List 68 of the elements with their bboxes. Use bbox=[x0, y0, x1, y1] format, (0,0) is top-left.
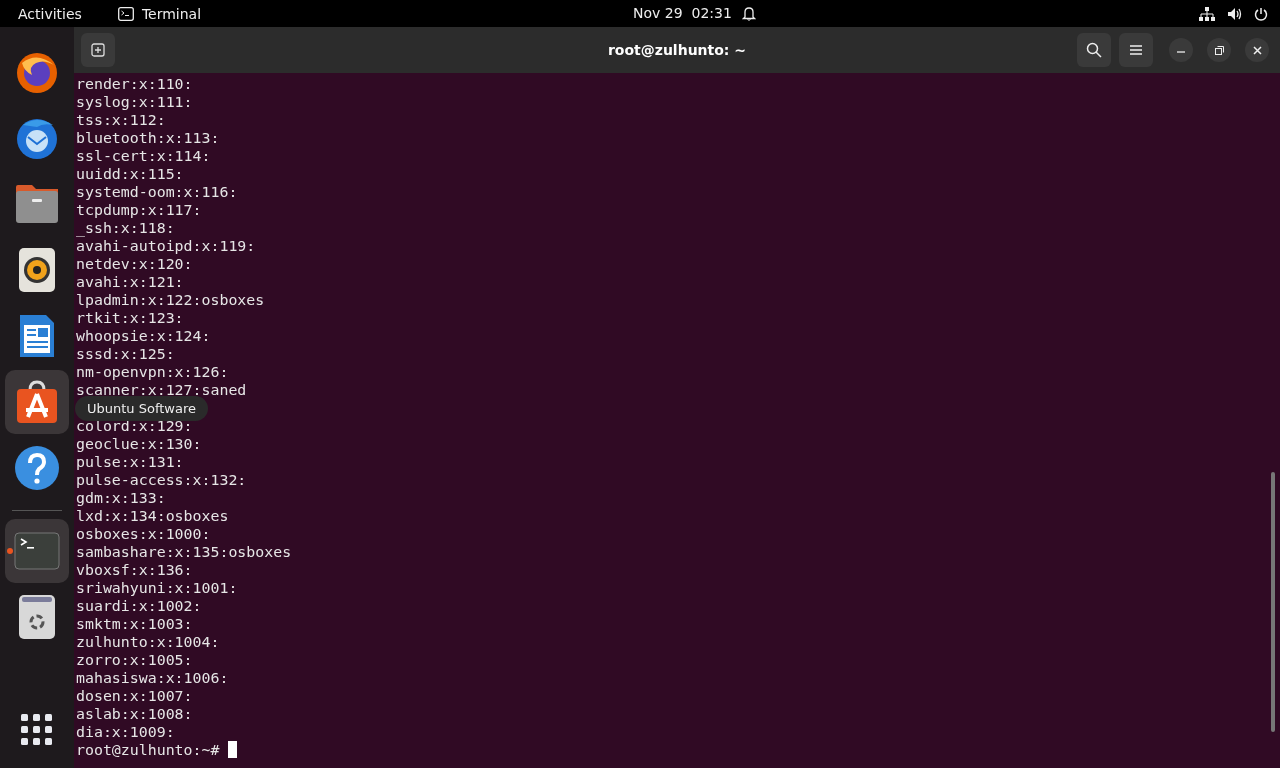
terminal-line: lpadmin:x:122:osboxes bbox=[76, 291, 265, 309]
terminal-line: sambashare:x:135:osboxes bbox=[76, 543, 292, 561]
terminal-line: bluetooth:x:113: bbox=[76, 129, 220, 147]
scrollbar[interactable] bbox=[1271, 472, 1275, 732]
terminal-line: dosen:x:1007: bbox=[76, 687, 193, 705]
help-icon bbox=[14, 445, 60, 491]
terminal-line: uuidd:x:115: bbox=[76, 165, 184, 183]
folder-icon bbox=[14, 183, 60, 225]
app-grid-icon[interactable] bbox=[21, 714, 53, 746]
clock[interactable]: Nov 29 02:31 bbox=[633, 5, 732, 21]
terminal-line: scanner:x:127:saned bbox=[76, 381, 247, 399]
terminal-line: aslab:x:1008: bbox=[76, 705, 193, 723]
terminal-icon bbox=[117, 6, 134, 21]
app-menu[interactable]: Terminal bbox=[141, 5, 202, 22]
terminal-line: osboxes:x:1000: bbox=[76, 525, 211, 543]
terminal-line: ssl-cert:x:114: bbox=[76, 147, 211, 165]
speaker-icon bbox=[18, 247, 56, 293]
terminal-line: tcpdump:x:117: bbox=[76, 201, 202, 219]
new-tab-button[interactable] bbox=[81, 33, 115, 67]
terminal-line: smktm:x:1003: bbox=[76, 615, 193, 633]
terminal-line: netdev:x:120: bbox=[76, 255, 193, 273]
terminal-line: rtkit:x:123: bbox=[76, 309, 184, 327]
network-icon[interactable] bbox=[1199, 6, 1215, 21]
terminal-line: suardi:x:1002: bbox=[76, 597, 202, 615]
terminal-line: whoopsie:x:124: bbox=[76, 327, 211, 345]
menu-button[interactable] bbox=[1119, 33, 1153, 67]
search-icon bbox=[1086, 42, 1102, 58]
trash-icon bbox=[18, 594, 56, 640]
terminal-line: sriwahyuni:x:1001: bbox=[76, 579, 238, 597]
terminal-line: zulhunto:x:1004: bbox=[76, 633, 220, 651]
terminal-line: lxd:x:134:osboxes bbox=[76, 507, 229, 525]
terminal-line: systemd-oom:x:116: bbox=[76, 183, 238, 201]
shell-prompt: root@zulhunto:~# bbox=[76, 741, 220, 759]
power-icon[interactable] bbox=[1254, 6, 1268, 21]
volume-icon[interactable] bbox=[1227, 6, 1242, 21]
new-tab-icon bbox=[91, 43, 105, 57]
menu-icon bbox=[1130, 45, 1142, 55]
terminal-line: _ssh:x:118: bbox=[76, 219, 175, 237]
close-icon bbox=[1252, 45, 1262, 55]
terminal-line: dia:x:1009: bbox=[76, 723, 175, 741]
terminal-line: zorro:x:1005: bbox=[76, 651, 193, 669]
minimize-button[interactable] bbox=[1169, 38, 1193, 62]
terminal-line: tss:x:112: bbox=[76, 111, 166, 129]
terminal-line: pulse:x:131: bbox=[76, 453, 184, 471]
terminal-line: geoclue:x:130: bbox=[76, 435, 202, 453]
text-cursor bbox=[228, 741, 238, 758]
terminal-line: gdm:x:133: bbox=[76, 489, 166, 507]
maximize-button[interactable] bbox=[1207, 38, 1231, 62]
terminal-icon bbox=[14, 532, 60, 570]
activities-button[interactable]: Activities bbox=[18, 5, 82, 22]
maximize-icon bbox=[1214, 45, 1224, 55]
terminal-line: vboxsf:x:136: bbox=[76, 561, 193, 579]
window-title: root@zulhunto: ~ bbox=[607, 42, 747, 58]
dock-item[interactable] bbox=[5, 370, 69, 434]
shopping-bag-icon bbox=[14, 380, 60, 424]
close-button[interactable] bbox=[1245, 38, 1269, 62]
terminal-line: avahi:x:121: bbox=[76, 273, 184, 291]
document-icon bbox=[18, 313, 56, 359]
terminal-line: sssd:x:125: bbox=[76, 345, 175, 363]
terminal-line: pulse-access:x:132: bbox=[76, 471, 247, 489]
terminal-line: syslog:x:111: bbox=[76, 93, 193, 111]
terminal-line: nm-openvpn:x:126: bbox=[76, 363, 229, 381]
terminal-line: avahi-autoipd:x:119: bbox=[76, 237, 256, 255]
terminal-line: render:x:110: bbox=[76, 75, 193, 93]
tooltip: Ubuntu Software bbox=[75, 396, 209, 421]
search-button[interactable] bbox=[1077, 33, 1111, 67]
bell-icon bbox=[741, 5, 756, 21]
terminal-line: mahasiswa:x:1006: bbox=[76, 669, 229, 687]
